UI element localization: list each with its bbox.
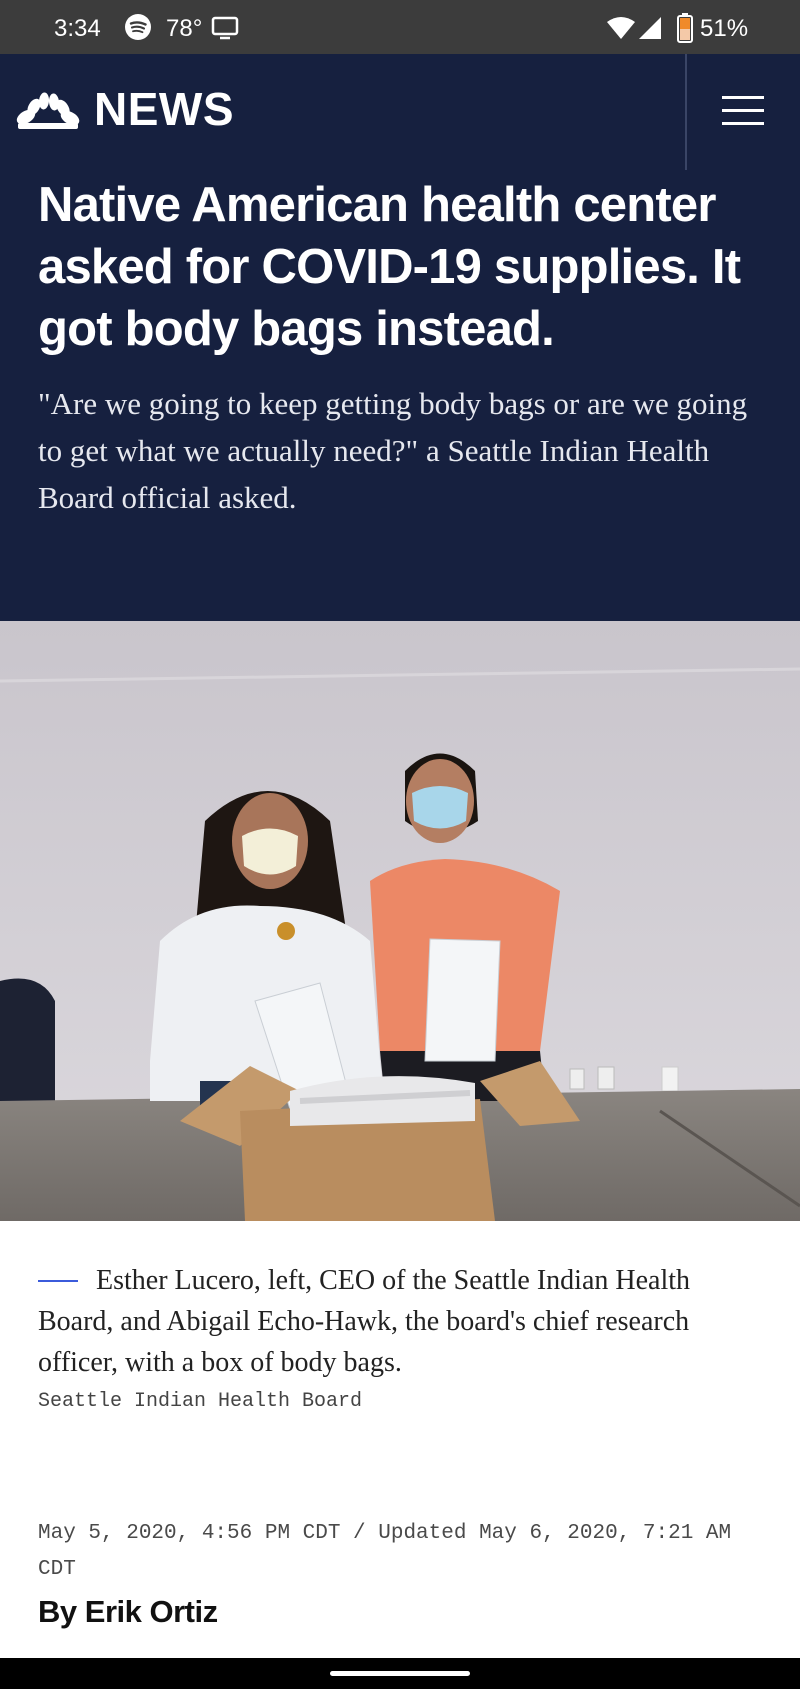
status-time: 3:34 xyxy=(54,15,101,42)
battery-percent: 51% xyxy=(700,15,749,42)
article-header: NEWS Native American health center asked… xyxy=(0,54,800,621)
wifi-icon xyxy=(607,17,635,39)
photo-caption: Esther Lucero, left, CEO of the Seattle … xyxy=(38,1260,758,1383)
nbc-news-logo[interactable]: NEWS xyxy=(14,83,234,135)
article-dateline: May 5, 2020, 4:56 PM CDT / Updated May 6… xyxy=(38,1522,732,1581)
article-photo[interactable] xyxy=(0,621,800,1221)
hamburger-menu-icon[interactable] xyxy=(722,94,764,128)
article-byline: By Erik Ortiz xyxy=(38,1594,218,1630)
photo-illustration xyxy=(0,621,800,1221)
status-bar: 3:34 78° 51% xyxy=(0,0,800,54)
article-headline: Native American health center asked for … xyxy=(38,178,741,356)
status-temperature: 78° xyxy=(166,15,203,42)
signal-icon xyxy=(639,17,661,39)
caption-rule xyxy=(38,1279,78,1282)
author-link[interactable]: Erik Ortiz xyxy=(85,1594,218,1629)
menu-line xyxy=(722,122,764,125)
menu-line xyxy=(722,109,764,112)
article-dek: "Are we going to keep getting body bags … xyxy=(38,386,748,515)
spotify-icon xyxy=(125,14,151,40)
peacock-icon xyxy=(16,92,80,129)
header-divider xyxy=(685,54,687,170)
photo-credit: Seattle Indian Health Board xyxy=(38,1390,363,1413)
menu-line xyxy=(722,96,764,99)
battery-icon xyxy=(677,13,693,43)
caption-text: Esther Lucero, left, CEO of the Seattle … xyxy=(38,1265,691,1378)
logo-text: NEWS xyxy=(94,83,234,135)
system-navigation-bar xyxy=(0,1658,800,1689)
cast-icon xyxy=(211,16,239,40)
home-gesture-handle[interactable] xyxy=(330,1671,470,1676)
byline-prefix: By xyxy=(38,1594,77,1629)
